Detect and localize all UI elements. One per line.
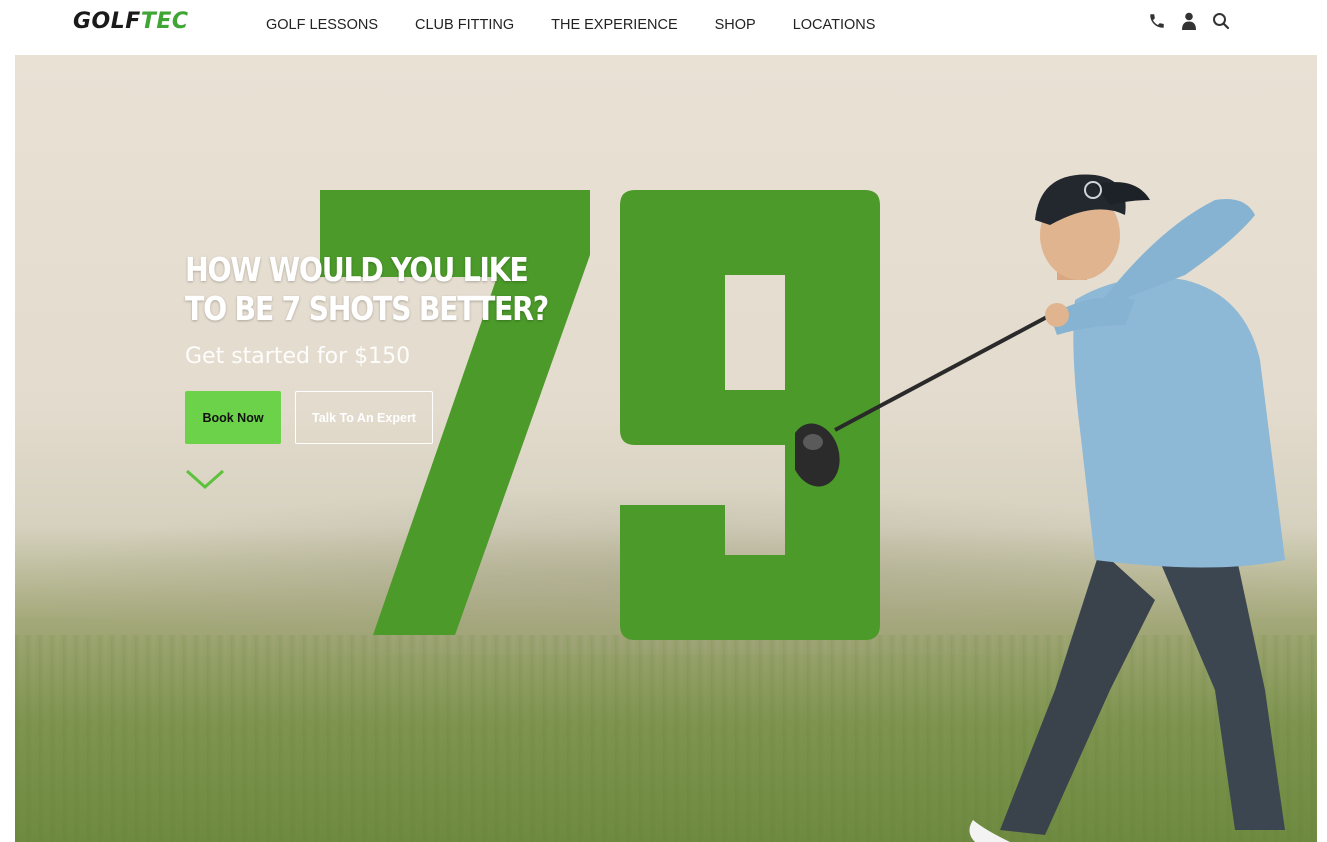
hero-copy: HOW WOULD YOU LIKE TO BE 7 SHOTS BETTER?… [185,250,605,495]
logo-text-tec: TEC [140,9,189,34]
user-icon [1182,12,1196,30]
nav-golf-lessons[interactable]: GOLF LESSONS [266,15,378,35]
golfer-image [795,174,1285,842]
book-now-button[interactable]: Book Now [185,391,281,444]
headline-line-1: HOW WOULD YOU LIKE [185,250,529,289]
main-nav: GOLF LESSONS CLUB FITTING THE EXPERIENCE… [266,15,912,35]
headline-line-2: TO BE 7 SHOTS BETTER? [185,289,549,328]
nav-the-experience[interactable]: THE EXPERIENCE [551,15,678,35]
phone-icon [1150,14,1164,28]
nav-club-fitting[interactable]: CLUB FITTING [415,15,514,35]
hero-banner: HOW WOULD YOU LIKE TO BE 7 SHOTS BETTER?… [15,55,1317,842]
account-button[interactable] [1178,10,1200,32]
chevron-down-icon[interactable] [185,468,225,490]
nav-shop[interactable]: SHOP [715,15,756,35]
hero-subhead: Get started for $150 [185,344,411,369]
hero-cta-row: Book Now Talk To An Expert [185,391,605,444]
talk-to-expert-button[interactable]: Talk To An Expert [295,391,433,444]
logo-text-golf: GOLF [73,9,141,34]
nav-locations[interactable]: LOCATIONS [793,15,876,35]
site-header: GOLFTEC GOLF LESSONS CLUB FITTING THE EX… [0,0,1327,55]
utility-nav [1146,10,1242,32]
phone-button[interactable] [1146,10,1168,32]
search-button[interactable] [1210,10,1232,32]
search-icon [1213,13,1230,30]
golftec-logo[interactable]: GOLFTEC [73,8,189,36]
hero-headline: HOW WOULD YOU LIKE TO BE 7 SHOTS BETTER? [185,250,606,328]
